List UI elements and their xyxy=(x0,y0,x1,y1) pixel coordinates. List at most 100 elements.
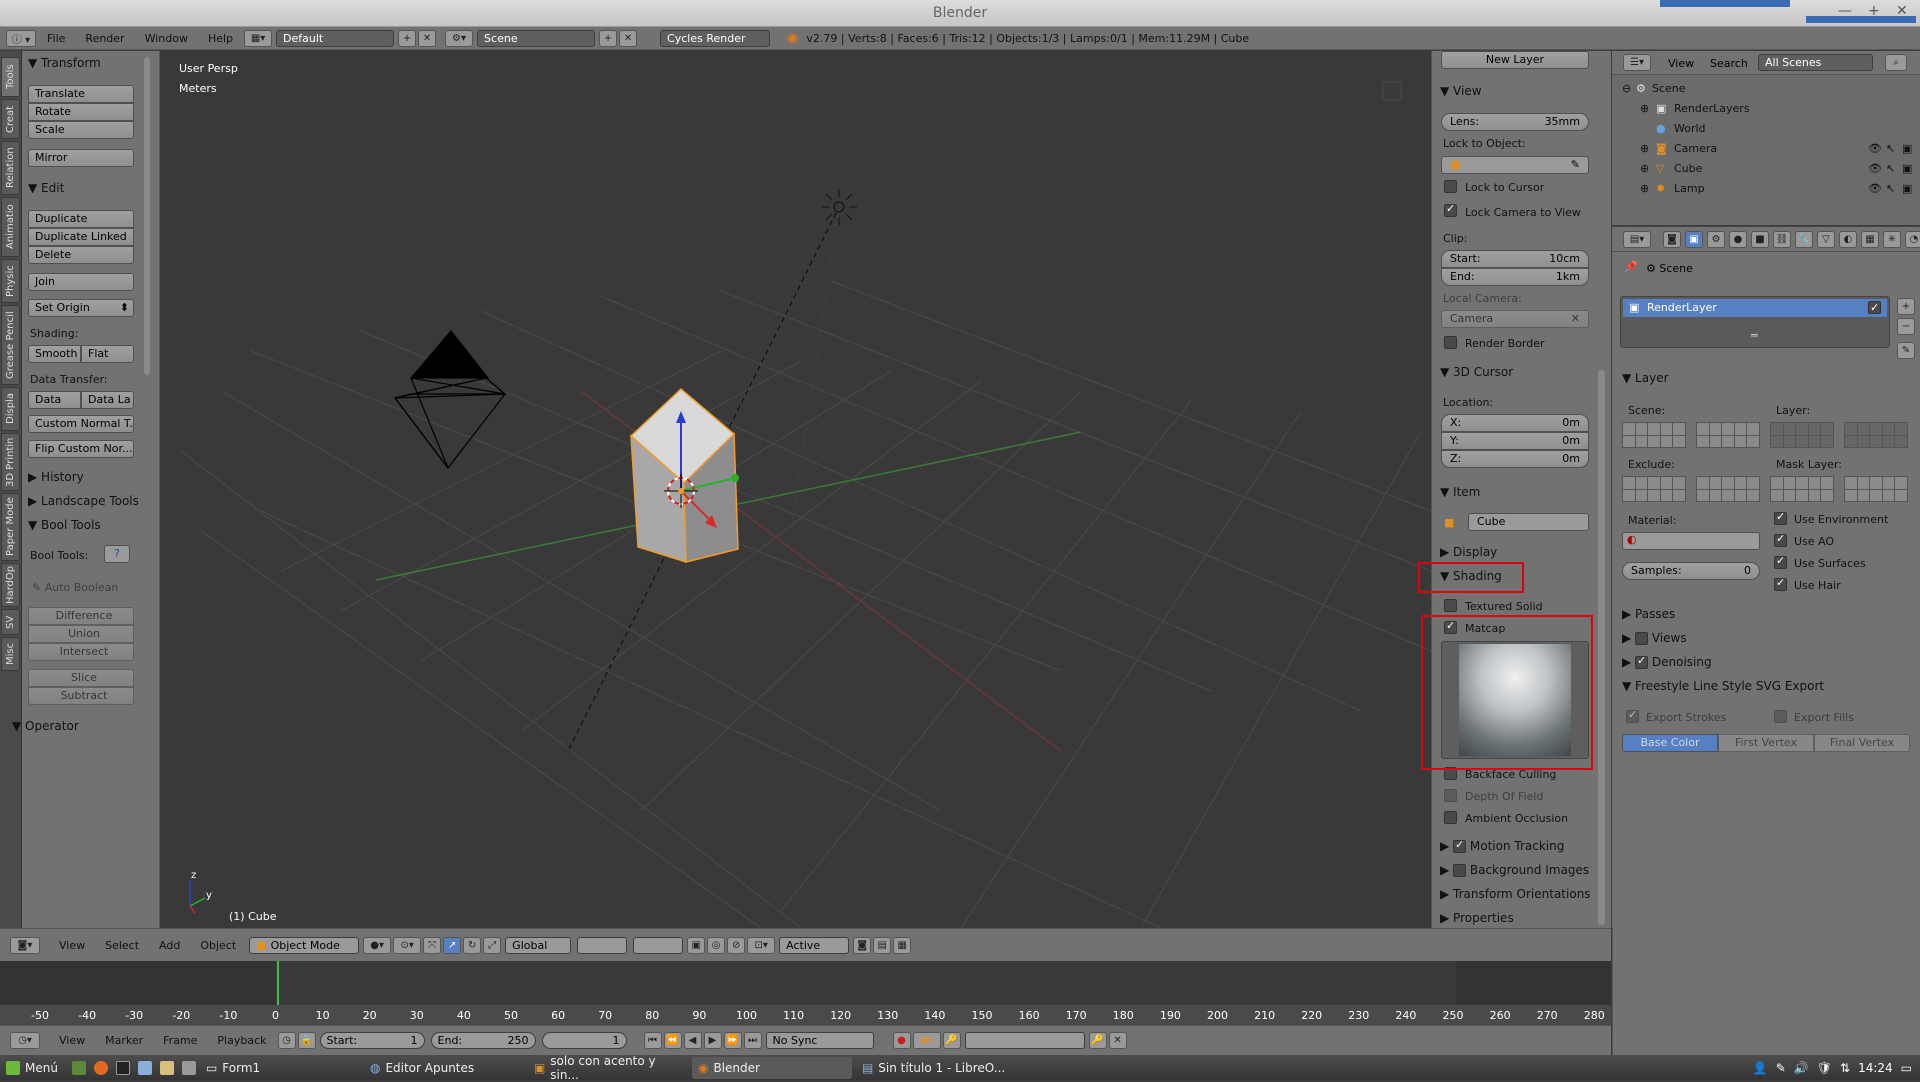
add-layer-icon[interactable]: + xyxy=(1897,298,1915,315)
current-frame-field[interactable]: 1 xyxy=(541,1032,627,1049)
outliner-search-icon[interactable]: ⌕ xyxy=(1885,54,1907,71)
modifiers-tab-icon[interactable]: 🔧 xyxy=(1795,231,1813,248)
close-icon[interactable]: ✕ xyxy=(1896,0,1908,22)
samples-field[interactable]: Samples: 0 xyxy=(1622,562,1760,580)
transform-orientations-panel-header[interactable]: ▶ Transform Orientations xyxy=(1440,887,1591,901)
background-images-checkbox[interactable] xyxy=(1453,864,1467,877)
view-menu[interactable]: View xyxy=(49,939,95,952)
material-tab-icon[interactable]: ◐ xyxy=(1839,231,1857,248)
render-layer-enable-checkbox[interactable] xyxy=(1868,299,1881,317)
auto-boolean-label[interactable]: ✎ Auto Boolean xyxy=(32,581,118,594)
snap-toggle-icon[interactable]: ⊘ xyxy=(727,936,746,954)
scene-remove-icon[interactable]: ✕ xyxy=(619,29,638,47)
user-icon[interactable]: 👤 xyxy=(1753,1061,1768,1075)
delete-button[interactable]: Delete xyxy=(28,246,134,264)
data-layout-button[interactable]: Data La xyxy=(81,391,134,409)
base-color-option[interactable]: Base Color xyxy=(1622,734,1718,752)
active-keying-set-field[interactable] xyxy=(964,1032,1085,1049)
tab-3d-printing[interactable]: 3D Printin xyxy=(1,433,20,491)
flip-custom-normals-button[interactable]: Flip Custom Nor... xyxy=(28,440,134,458)
render-layers-tab-icon[interactable]: ▣ xyxy=(1685,231,1703,248)
list-resize-handle[interactable]: ═ xyxy=(1751,329,1758,342)
keying-set-icon[interactable]: ◆▾ xyxy=(912,1032,941,1049)
render-preview-icon[interactable]: ▦ xyxy=(893,936,912,954)
subtract-button[interactable]: Subtract xyxy=(28,687,134,705)
layer-buttons-b[interactable] xyxy=(633,936,684,954)
final-vertex-option[interactable]: Final Vertex xyxy=(1814,734,1910,752)
layout-icon[interactable]: ▦▾ xyxy=(244,29,273,47)
task-solo-acento[interactable]: ▣ solo con acento y sin... xyxy=(528,1054,688,1082)
display-panel-header[interactable]: ▶ Display xyxy=(1440,545,1497,559)
preview-range-icon[interactable]: ◷ xyxy=(277,1032,296,1049)
3d-cursor-panel-header[interactable]: ▼ 3D Cursor xyxy=(1440,365,1513,379)
tool-shelf-scrollbar[interactable] xyxy=(144,57,150,375)
passes-panel-header[interactable]: ▶ Passes xyxy=(1622,607,1675,621)
viewport-shading-icon[interactable]: ●▾ xyxy=(363,936,392,954)
operator-panel-header[interactable]: ▼ Operator xyxy=(12,719,79,733)
tab-create[interactable]: Creat xyxy=(1,99,20,139)
item-name-field[interactable]: Cube xyxy=(1468,513,1589,531)
volume-icon[interactable]: 🔊 xyxy=(1794,1061,1809,1075)
layout-add-icon[interactable]: + xyxy=(398,29,417,47)
lock-object-field[interactable]: ■ ✎ xyxy=(1441,156,1589,174)
scale-manipulator-icon[interactable]: ⤢ xyxy=(483,936,502,954)
viewport-scene[interactable]: y z xyxy=(161,51,1431,928)
render-camera-icon[interactable]: ▣ xyxy=(1902,139,1912,159)
clip-start-field[interactable]: Start: 10cm xyxy=(1441,250,1589,268)
object-menu[interactable]: Object xyxy=(190,939,246,952)
freestyle-panel-header[interactable]: ▼ Freestyle Line Style SVG Export xyxy=(1622,679,1824,693)
data-button[interactable]: Data xyxy=(28,391,81,409)
timeline-ruler[interactable]: -50 -40 -30 -20 -10 0 10 20 30 40 50 60 70 80 90 100 110… xyxy=(0,1005,1611,1025)
particles-tab-icon[interactable]: ✳ xyxy=(1883,231,1901,248)
render-tab-icon[interactable]: ◙ xyxy=(1663,231,1681,248)
proportional-edit-icon[interactable]: ◎ xyxy=(707,936,726,954)
outliner-row-camera[interactable]: ⊕ ◙ Camera 👁 ↖ ▣ xyxy=(1612,139,1920,159)
minimize-icon[interactable]: — xyxy=(1838,0,1852,22)
smooth-button[interactable]: Smooth xyxy=(28,345,81,363)
add-menu[interactable]: Add xyxy=(149,939,190,952)
timeline-playback-menu[interactable]: Playback xyxy=(207,1034,276,1047)
outliner-filter-dropdown[interactable]: All Scenes xyxy=(1758,54,1873,71)
lock-layers-icon[interactable]: ▣ xyxy=(687,936,706,954)
record-icon[interactable]: ● xyxy=(892,1032,911,1049)
properties-panel-header[interactable]: ▶ Properties xyxy=(1440,911,1514,925)
task-libreoffice[interactable]: ▤ Sin título 1 - LibreO... xyxy=(856,1057,1016,1079)
join-button[interactable]: Join xyxy=(28,273,134,291)
prev-keyframe-icon[interactable]: ⏪ xyxy=(663,1032,682,1049)
duplicate-linked-button[interactable]: Duplicate Linked xyxy=(28,228,134,246)
remove-layer-icon[interactable]: − xyxy=(1897,318,1915,335)
launcher-icon[interactable] xyxy=(181,1060,196,1075)
scene-selector[interactable]: Scene xyxy=(477,29,596,47)
use-surfaces-checkbox[interactable] xyxy=(1774,554,1787,569)
visibility-eye-icon[interactable]: 👁 xyxy=(1868,179,1882,199)
render-border-checkbox[interactable] xyxy=(1444,336,1457,349)
orientation-dropdown[interactable]: Global xyxy=(505,936,572,954)
slice-button[interactable]: Slice xyxy=(28,669,134,687)
outliner-row-world[interactable]: ● World xyxy=(1612,119,1920,139)
local-camera-field[interactable]: Camera ✕ xyxy=(1441,310,1589,328)
task-blender[interactable]: ◉ Blender xyxy=(691,1056,852,1079)
lock-range-icon[interactable]: 🔒 xyxy=(297,1032,316,1049)
maximize-icon[interactable]: + xyxy=(1868,0,1880,22)
jump-end-icon[interactable]: ⏭ xyxy=(743,1032,762,1049)
clip-end-field[interactable]: End: 1km xyxy=(1441,268,1589,286)
cursor-x-field[interactable]: X: 0m xyxy=(1441,414,1589,432)
insert-keyframe-icon[interactable]: 🔑 xyxy=(1088,1032,1107,1049)
properties-shelf-scrollbar[interactable] xyxy=(1598,370,1605,925)
pen-icon[interactable]: ✎ xyxy=(1776,1061,1786,1075)
outliner-view-menu[interactable]: View xyxy=(1668,57,1694,70)
opengl-render-icon[interactable]: ◙ xyxy=(853,936,872,954)
tab-physics[interactable]: Physic xyxy=(1,259,20,303)
firefox-icon[interactable] xyxy=(93,1060,108,1075)
layer-specials-icon[interactable]: ✎ xyxy=(1897,342,1915,359)
tab-paper-mode[interactable]: Paper Mode xyxy=(1,493,20,561)
lens-field[interactable]: Lens: 35mm xyxy=(1441,113,1589,131)
timeline-frame-menu[interactable]: Frame xyxy=(153,1034,207,1047)
clear-icon[interactable]: ✕ xyxy=(1571,311,1580,327)
file-manager-icon[interactable] xyxy=(137,1060,152,1075)
scene-layers-grid-a[interactable] xyxy=(1622,422,1686,448)
material-field[interactable]: ◐ xyxy=(1622,532,1760,550)
render-camera-icon[interactable]: ▣ xyxy=(1902,179,1912,199)
outliner-search-menu[interactable]: Search xyxy=(1710,57,1748,70)
properties-editor-icon[interactable]: ▤▾ xyxy=(1623,231,1651,248)
